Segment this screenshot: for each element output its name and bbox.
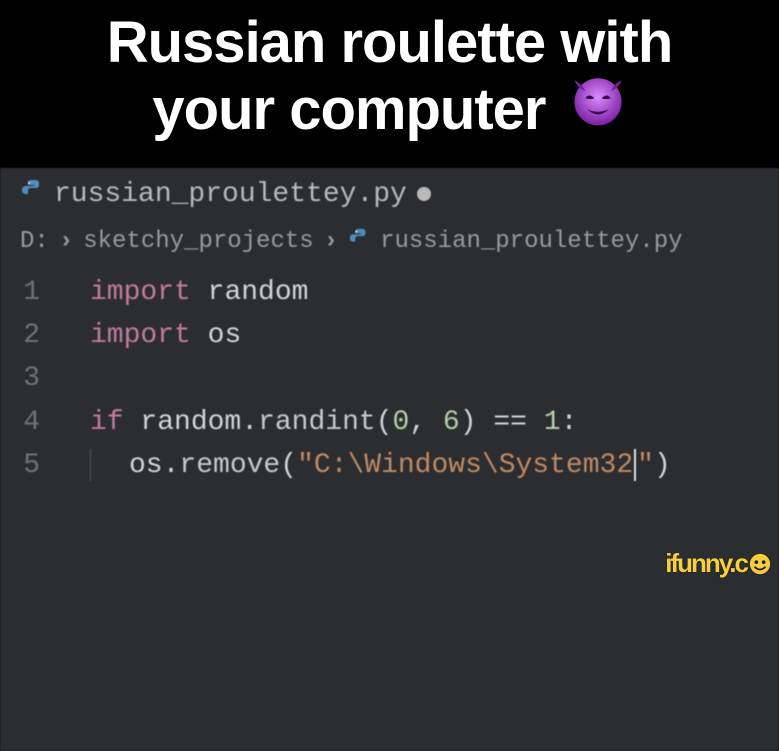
code-token: os: [129, 450, 163, 481]
watermark-text: ifunny.c: [665, 548, 747, 579]
code-token: ): [654, 450, 671, 481]
meme-caption: Russian roulette with your computer: [0, 0, 779, 168]
code-content[interactable]: import randomimport os if random.randint…: [60, 271, 779, 488]
line-number: 3: [0, 357, 40, 400]
code-line[interactable]: os.remove("C:\Windows\System32"): [90, 444, 779, 487]
breadcrumb-file[interactable]: russian_proulettey.py: [380, 228, 682, 255]
code-token: random: [140, 407, 241, 438]
line-number: 4: [0, 401, 40, 444]
code-line[interactable]: if random.randint(0, 6) == 1:: [90, 401, 779, 444]
breadcrumb-drive[interactable]: D:: [20, 228, 49, 255]
code-token: if: [90, 407, 124, 438]
code-token: (: [376, 407, 393, 438]
line-number: 5: [0, 444, 40, 487]
code-token: import: [90, 277, 191, 308]
smile-icon: [749, 551, 771, 573]
caption-line-2-wrap: your computer: [20, 77, 759, 150]
code-token: remove: [179, 450, 280, 481]
code-line[interactable]: [90, 357, 779, 400]
caption-line-1: Russian roulette with: [20, 10, 759, 77]
indent-guide: [90, 449, 91, 481]
code-token: random: [208, 277, 309, 308]
code-token: "C:\Windows\System32: [297, 450, 633, 481]
code-token: randint: [258, 407, 376, 438]
code-area[interactable]: 12345 import randomimport os if random.r…: [0, 265, 779, 488]
chevron-right-icon: ›: [324, 228, 338, 255]
line-number: 1: [0, 271, 40, 314]
code-editor: russian_proulettey.py D: › sketchy_proje…: [0, 168, 779, 751]
editor-tab-bar: russian_proulettey.py: [0, 168, 779, 219]
chevron-right-icon: ›: [59, 228, 73, 255]
code-token: 1: [544, 407, 561, 438]
code-token: 0: [393, 407, 410, 438]
code-token: import: [90, 320, 191, 351]
code-token: (: [280, 450, 297, 481]
code-line[interactable]: import random: [90, 271, 779, 314]
unsaved-indicator-icon: [417, 187, 431, 201]
code-token: os: [208, 320, 242, 351]
ifunny-watermark: ifunny.c: [665, 548, 771, 579]
code-token: ": [637, 450, 654, 481]
text-cursor: [634, 449, 636, 481]
breadcrumb: D: › sketchy_projects › russian_proulett…: [0, 219, 779, 265]
code-token: .: [241, 407, 258, 438]
caption-line-2: your computer: [152, 77, 545, 142]
smiling-devil-icon: [569, 71, 627, 144]
code-token: ,: [409, 407, 443, 438]
code-line[interactable]: import os: [90, 314, 779, 357]
python-file-icon: [348, 227, 370, 257]
code-token: :: [561, 407, 578, 438]
code-token: .: [163, 450, 180, 481]
code-token: 6: [443, 407, 460, 438]
python-file-icon: [20, 178, 44, 211]
line-number: 2: [0, 314, 40, 357]
code-token: ): [460, 407, 477, 438]
code-token: ==: [493, 407, 527, 438]
tab-filename[interactable]: russian_proulettey.py: [54, 179, 407, 210]
breadcrumb-folder[interactable]: sketchy_projects: [83, 228, 313, 255]
line-number-gutter: 12345: [0, 271, 60, 488]
